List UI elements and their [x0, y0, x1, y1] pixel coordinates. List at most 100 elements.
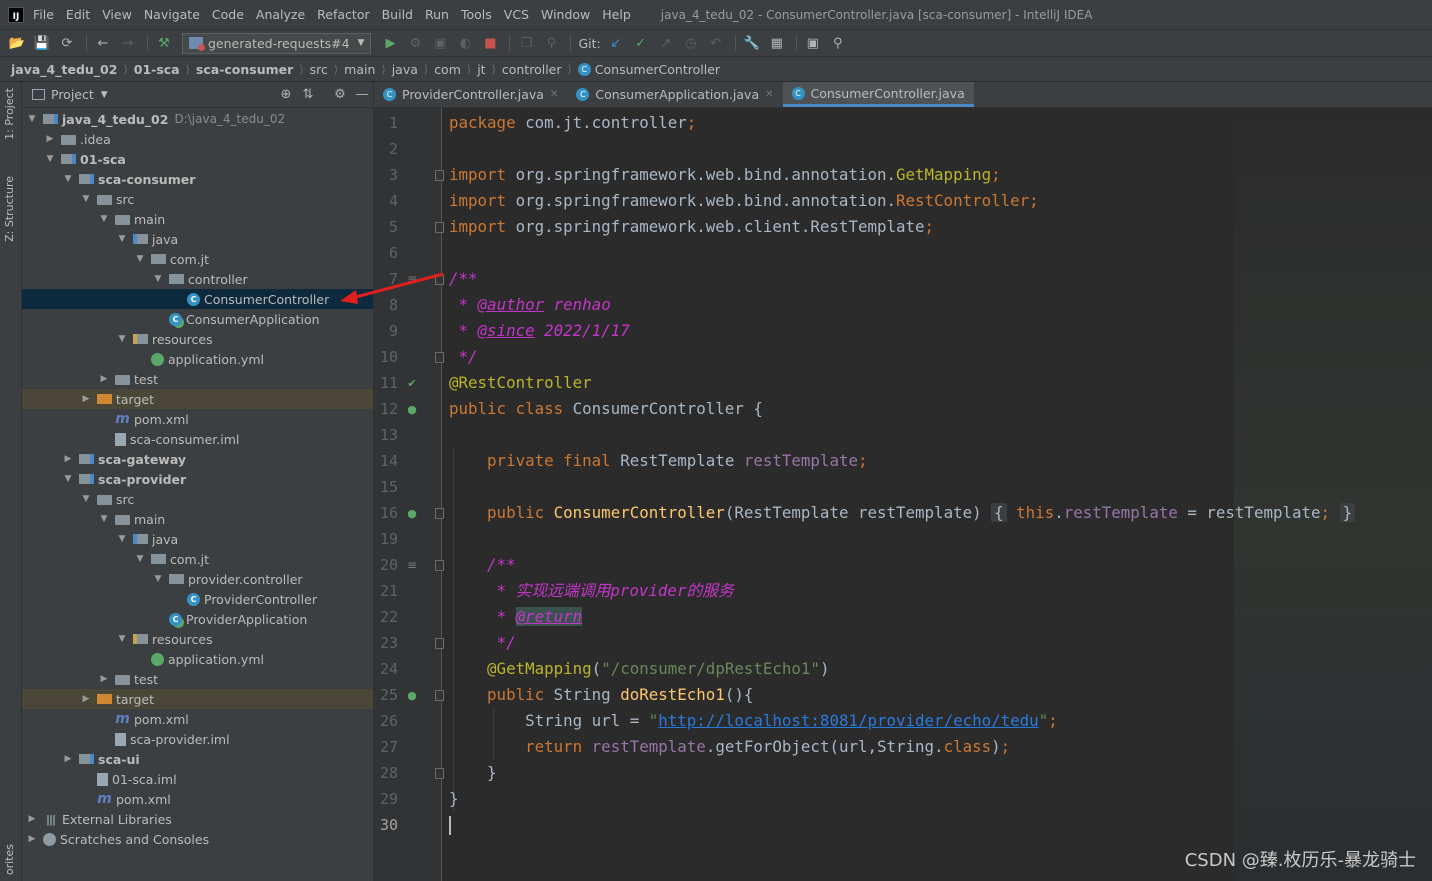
menu-window[interactable]: Window: [541, 7, 590, 22]
menu-refactor[interactable]: Refactor: [317, 7, 369, 22]
expanded-arrow-icon[interactable]: ▼: [62, 174, 74, 184]
fold-marker-icon[interactable]: [435, 222, 444, 233]
project-view-selector[interactable]: Project ▼: [32, 87, 108, 102]
tree-item[interactable]: ▼ src: [22, 489, 373, 509]
tree-item[interactable]: ▼ main: [22, 509, 373, 529]
breadcrumb-item[interactable]: main: [344, 62, 375, 77]
tree-item[interactable]: ▼ resources: [22, 329, 373, 349]
menu-tools[interactable]: Tools: [461, 7, 492, 22]
menu-view[interactable]: View: [102, 7, 132, 22]
hide-panel-icon[interactable]: —: [351, 87, 373, 102]
tree-item[interactable]: ▶ .idea: [22, 129, 373, 149]
expanded-arrow-icon[interactable]: ▼: [116, 334, 128, 344]
editor-tab[interactable]: C ConsumerController.java: [782, 82, 974, 107]
tree-item[interactable]: ▼ sca-provider: [22, 469, 373, 489]
tree-item[interactable]: ▶ target: [22, 389, 373, 409]
expanded-arrow-icon[interactable]: ▼: [26, 114, 38, 124]
breadcrumb-item[interactable]: com: [434, 62, 461, 77]
menu-file[interactable]: File: [33, 7, 54, 22]
forward-arrow-icon[interactable]: →: [117, 32, 139, 54]
tree-item[interactable]: ▶ test: [22, 669, 373, 689]
tree-item[interactable]: ▼ java: [22, 229, 373, 249]
expanded-arrow-icon[interactable]: ▼: [116, 234, 128, 244]
git-push-icon[interactable]: ↗: [655, 32, 677, 54]
tree-item[interactable]: ▼ resources: [22, 629, 373, 649]
tree-item[interactable]: application.yml: [22, 349, 373, 369]
run-configuration-selector[interactable]: generated-requests#4 ▼: [182, 32, 372, 54]
fold-marker-icon[interactable]: [435, 352, 444, 363]
tree-item[interactable]: m pom.xml: [22, 789, 373, 809]
save-all-icon[interactable]: 💾: [31, 32, 53, 54]
tree-item[interactable]: m pom.xml: [22, 409, 373, 429]
expanded-arrow-icon[interactable]: ▼: [134, 554, 146, 564]
git-commit-icon[interactable]: ✓: [630, 32, 652, 54]
menu-run[interactable]: Run: [425, 7, 449, 22]
presentation-icon[interactable]: ▣: [802, 32, 824, 54]
fold-marker-icon[interactable]: [435, 638, 444, 649]
spring-bean-icon[interactable]: ●: [404, 505, 420, 521]
breadcrumb-item[interactable]: java_4_tedu_02: [11, 62, 117, 77]
collapsed-arrow-icon[interactable]: ▶: [80, 394, 92, 404]
rollback-icon[interactable]: ↶: [705, 32, 727, 54]
breadcrumb-item[interactable]: sca-consumer: [196, 62, 293, 77]
menu-analyze[interactable]: Analyze: [256, 7, 305, 22]
spring-bean-icon[interactable]: ●: [404, 401, 420, 417]
collapsed-arrow-icon[interactable]: ▶: [26, 834, 38, 844]
tree-item[interactable]: ▼ com.jt: [22, 549, 373, 569]
search-everywhere-icon[interactable]: ⚲: [540, 32, 562, 54]
tree-item[interactable]: sca-provider.iml: [22, 729, 373, 749]
copy-icon[interactable]: ❐: [515, 32, 537, 54]
collapsed-arrow-icon[interactable]: ▶: [26, 814, 38, 824]
expanded-arrow-icon[interactable]: ▼: [116, 634, 128, 644]
open-folder-icon[interactable]: 📂: [6, 32, 28, 54]
git-history-icon[interactable]: ◷: [680, 32, 702, 54]
menu-navigate[interactable]: Navigate: [144, 7, 200, 22]
expanded-arrow-icon[interactable]: ▼: [80, 194, 92, 204]
expanded-arrow-icon[interactable]: ▼: [152, 274, 164, 284]
collapsed-arrow-icon[interactable]: ▶: [98, 674, 110, 684]
close-tab-icon[interactable]: ✕: [550, 89, 558, 100]
expanded-arrow-icon[interactable]: ▼: [80, 494, 92, 504]
settings-wrench-icon[interactable]: 🔧: [741, 32, 763, 54]
profile-icon[interactable]: ◐: [454, 32, 476, 54]
menu-help[interactable]: Help: [602, 7, 631, 22]
menu-edit[interactable]: Edit: [66, 7, 90, 22]
tree-item[interactable]: ▶ test: [22, 369, 373, 389]
locate-file-icon[interactable]: ⊕: [275, 87, 297, 102]
expanded-arrow-icon[interactable]: ▼: [62, 474, 74, 484]
collapsed-arrow-icon[interactable]: ▶: [62, 754, 74, 764]
coverage-icon[interactable]: ▣: [429, 32, 451, 54]
gear-icon[interactable]: ⚙: [329, 87, 351, 102]
stop-icon[interactable]: ■: [479, 32, 501, 54]
spring-bean-icon[interactable]: ●: [404, 687, 420, 703]
search-icon[interactable]: ⚲: [827, 32, 849, 54]
collapsed-arrow-icon[interactable]: ▶: [80, 694, 92, 704]
collapsed-arrow-icon[interactable]: ▶: [62, 454, 74, 464]
tree-item[interactable]: m pom.xml: [22, 709, 373, 729]
fold-marker-icon[interactable]: [435, 690, 444, 701]
tree-item[interactable]: ▼ provider.controller: [22, 569, 373, 589]
spring-bean-icon[interactable]: ✔: [404, 375, 420, 391]
fold-marker-icon[interactable]: [435, 508, 444, 519]
tree-item[interactable]: C ConsumerApplication: [22, 309, 373, 329]
tree-item[interactable]: ▼ controller: [22, 269, 373, 289]
tree-item[interactable]: ▶ sca-ui: [22, 749, 373, 769]
fold-marker-icon[interactable]: [435, 170, 444, 181]
tree-item[interactable]: ▼ sca-consumer: [22, 169, 373, 189]
fold-marker-icon[interactable]: [435, 560, 444, 571]
sync-icon[interactable]: ⟳: [56, 32, 78, 54]
git-update-icon[interactable]: ↙: [605, 32, 627, 54]
back-arrow-icon[interactable]: ←: [92, 32, 114, 54]
expanded-arrow-icon[interactable]: ▼: [98, 514, 110, 524]
tree-item[interactable]: sca-consumer.iml: [22, 429, 373, 449]
run-icon[interactable]: ▶: [379, 32, 401, 54]
project-structure-icon[interactable]: ▦: [766, 32, 788, 54]
tree-item[interactable]: ▼ src: [22, 189, 373, 209]
breadcrumb-item[interactable]: src: [310, 62, 328, 77]
debug-icon[interactable]: ⚙: [404, 32, 426, 54]
favorites-tool-tab[interactable]: orites: [3, 844, 16, 875]
close-tab-icon[interactable]: ✕: [765, 89, 773, 100]
tree-item[interactable]: ▶ Scratches and Consoles: [22, 829, 373, 849]
editor-tab[interactable]: C ProviderController.java ✕: [374, 82, 567, 107]
tree-item[interactable]: ▼ main: [22, 209, 373, 229]
